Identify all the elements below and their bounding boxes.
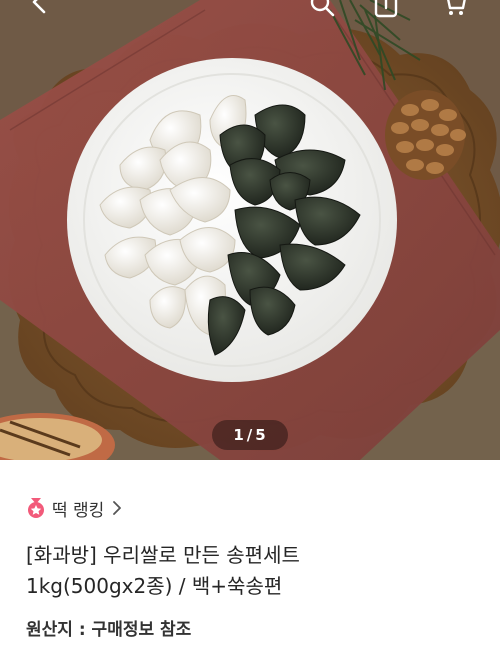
top-navigation-bar [0,0,500,22]
origin-info: 원산지 : 구매정보 참조 [26,620,192,640]
cart-icon[interactable] [440,0,468,18]
product-photo [0,0,500,460]
category-ranking-link[interactable]: 떡 랭킹 [26,496,124,521]
product-image-gallery[interactable]: 1 / 5 [0,0,500,460]
pager-total: 5 [255,426,267,444]
product-title: [화과방] 우리쌀로 만든 송편세트 1kg(500gx2종) / 백+쑥송편 [26,540,476,602]
pager-separator: / [246,426,254,444]
back-arrow-icon[interactable] [26,0,54,16]
product-info-section: 떡 랭킹 [화과방] 우리쌀로 만든 송편세트 1kg(500gx2종) / 백… [0,460,500,647]
product-title-line-2: 1kg(500gx2종) / 백+쑥송편 [26,574,283,598]
chevron-right-icon [113,501,122,515]
pager-current: 1 [233,426,245,444]
medal-icon [28,498,44,518]
image-pager-indicator: 1 / 5 [212,420,288,450]
search-icon[interactable] [308,0,336,18]
ranking-label: 떡 랭킹 [52,500,105,521]
share-icon[interactable] [372,0,400,18]
product-title-line-1: [화과방] 우리쌀로 만든 송편세트 [26,543,300,567]
